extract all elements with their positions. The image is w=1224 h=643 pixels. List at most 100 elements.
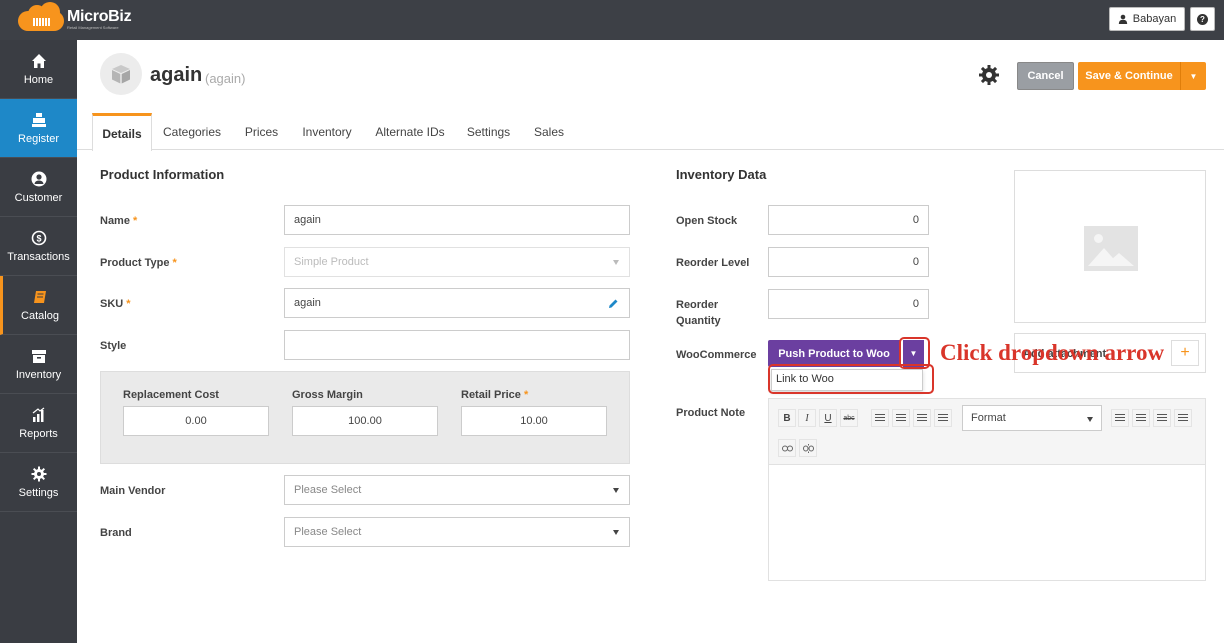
tutorial-annotation: Click dropdown arrow: [940, 340, 1165, 365]
main-vendor-label: Main Vendor: [100, 485, 166, 497]
italic-icon[interactable]: I: [798, 409, 816, 427]
reorder-quantity-input[interactable]: 0: [768, 289, 929, 319]
register-icon: [31, 112, 46, 127]
outdent-icon[interactable]: [1174, 409, 1192, 427]
tab-settings[interactable]: Settings: [461, 113, 516, 150]
caret-down-icon: [1087, 417, 1093, 422]
name-label: Name *: [100, 215, 138, 227]
product-note-label: Product Note: [676, 407, 746, 419]
caret-down-icon: ▼: [1189, 71, 1198, 81]
sidebar-item-label: Reports: [19, 427, 58, 440]
align-right-icon[interactable]: [913, 409, 931, 427]
sidebar-item-home[interactable]: Home: [0, 40, 77, 99]
tab-alternate-ids[interactable]: Alternate IDs: [370, 113, 450, 150]
tab-details[interactable]: Details: [92, 113, 152, 151]
retail-price-label: Retail Price *: [461, 389, 529, 401]
numbered-list-icon[interactable]: [1132, 409, 1150, 427]
settings-icon: [31, 466, 46, 481]
unlink-icon[interactable]: [799, 439, 817, 457]
push-to-woo-button[interactable]: Push Product to Woo: [768, 340, 900, 367]
underline-icon[interactable]: U: [819, 409, 837, 427]
image-placeholder-icon: [1084, 226, 1138, 271]
align-justify-icon[interactable]: [934, 409, 952, 427]
highlight-ring: [768, 364, 934, 394]
sidebar-item-customer[interactable]: Customer: [0, 158, 77, 217]
home-icon: [31, 53, 46, 68]
brand-name: MicroBiz: [67, 8, 132, 25]
page-title: again: [150, 64, 203, 86]
svg-text:$: $: [36, 233, 41, 243]
gear-icon[interactable]: [978, 64, 1000, 86]
sku-input[interactable]: again: [284, 288, 630, 318]
sku-label: SKU *: [100, 298, 131, 310]
open-stock-label: Open Stock: [676, 215, 738, 227]
user-name: Babayan: [1132, 13, 1177, 25]
gross-margin-input[interactable]: 100.00: [292, 406, 438, 436]
add-attachment-button[interactable]: +: [1171, 340, 1199, 366]
brand-label: Brand: [100, 527, 132, 539]
tab-inventory[interactable]: Inventory: [297, 113, 357, 150]
strikethrough-icon[interactable]: abc: [840, 409, 858, 427]
editor-toolbar: B I U abc Format: [769, 399, 1205, 465]
transactions-icon: $: [31, 230, 46, 245]
bullet-list-icon[interactable]: [1111, 409, 1129, 427]
format-select[interactable]: Format: [962, 405, 1102, 431]
link-icon[interactable]: [778, 439, 796, 457]
tab-categories[interactable]: Categories: [157, 113, 227, 150]
box-icon: [112, 65, 130, 84]
caret-down-icon: [613, 260, 619, 265]
align-center-icon[interactable]: [892, 409, 910, 427]
replacement-cost-label: Replacement Cost: [123, 389, 219, 401]
style-input[interactable]: [284, 330, 630, 360]
gross-margin-label: Gross Margin: [292, 389, 363, 401]
bold-icon[interactable]: B: [778, 409, 796, 427]
sidebar-item-label: Customer: [14, 191, 63, 204]
product-note-editor[interactable]: B I U abc Format: [768, 398, 1206, 581]
woocommerce-label: WooCommerce: [676, 349, 757, 361]
open-stock-input[interactable]: 0: [768, 205, 929, 235]
sidebar: Home Register Customer $ Transactions Ca…: [0, 40, 77, 643]
help-button[interactable]: ?: [1190, 7, 1215, 31]
customer-icon: [31, 171, 46, 186]
sidebar-item-label: Inventory: [15, 368, 62, 381]
product-type-select: Simple Product: [284, 247, 630, 277]
cancel-button[interactable]: Cancel: [1017, 62, 1074, 90]
reorder-level-label: Reorder Level: [676, 257, 750, 269]
product-information-heading: Product Information: [100, 167, 225, 182]
name-input[interactable]: again: [284, 205, 630, 235]
tab-prices[interactable]: Prices: [239, 113, 284, 150]
plus-icon: +: [1180, 344, 1190, 361]
sidebar-item-register[interactable]: Register: [0, 99, 77, 158]
sidebar-item-inventory[interactable]: Inventory: [0, 335, 77, 394]
user-icon: [1118, 14, 1127, 24]
sidebar-item-label: Catalog: [21, 309, 59, 322]
main-vendor-select[interactable]: Please Select: [284, 475, 630, 505]
sidebar-item-transactions[interactable]: $ Transactions: [0, 217, 77, 276]
sidebar-item-reports[interactable]: Reports: [0, 394, 77, 453]
style-label: Style: [100, 340, 127, 352]
inventory-data-heading: Inventory Data: [676, 167, 767, 182]
user-menu-button[interactable]: Babayan: [1109, 7, 1185, 31]
retail-price-input[interactable]: 10.00: [461, 406, 607, 436]
catalog-icon: [34, 290, 46, 303]
pencil-icon[interactable]: [608, 298, 619, 309]
replacement-cost-input[interactable]: 0.00: [123, 406, 269, 436]
page-subtitle: (again): [205, 71, 246, 86]
product-image-dropzone[interactable]: [1014, 170, 1206, 323]
microbiz-logo-icon: [18, 2, 64, 32]
sidebar-item-settings[interactable]: Settings: [0, 453, 77, 512]
save-continue-button[interactable]: Save & Continue: [1078, 62, 1180, 90]
align-left-icon[interactable]: [871, 409, 889, 427]
sidebar-item-label: Register: [18, 132, 59, 145]
reorder-level-input[interactable]: 0: [768, 247, 929, 277]
reports-icon: [32, 407, 44, 422]
sidebar-item-catalog[interactable]: Catalog: [0, 276, 77, 335]
indent-icon[interactable]: [1153, 409, 1171, 427]
save-options-button[interactable]: ▼: [1180, 62, 1206, 90]
tab-sales[interactable]: Sales: [529, 113, 569, 150]
inventory-icon: [31, 349, 46, 363]
product-type-label: Product Type *: [100, 257, 177, 269]
top-bar: MicroBiz Retail Management Software Baba…: [0, 0, 1224, 40]
brand-select[interactable]: Please Select: [284, 517, 630, 547]
help-icon: ?: [1197, 13, 1208, 25]
